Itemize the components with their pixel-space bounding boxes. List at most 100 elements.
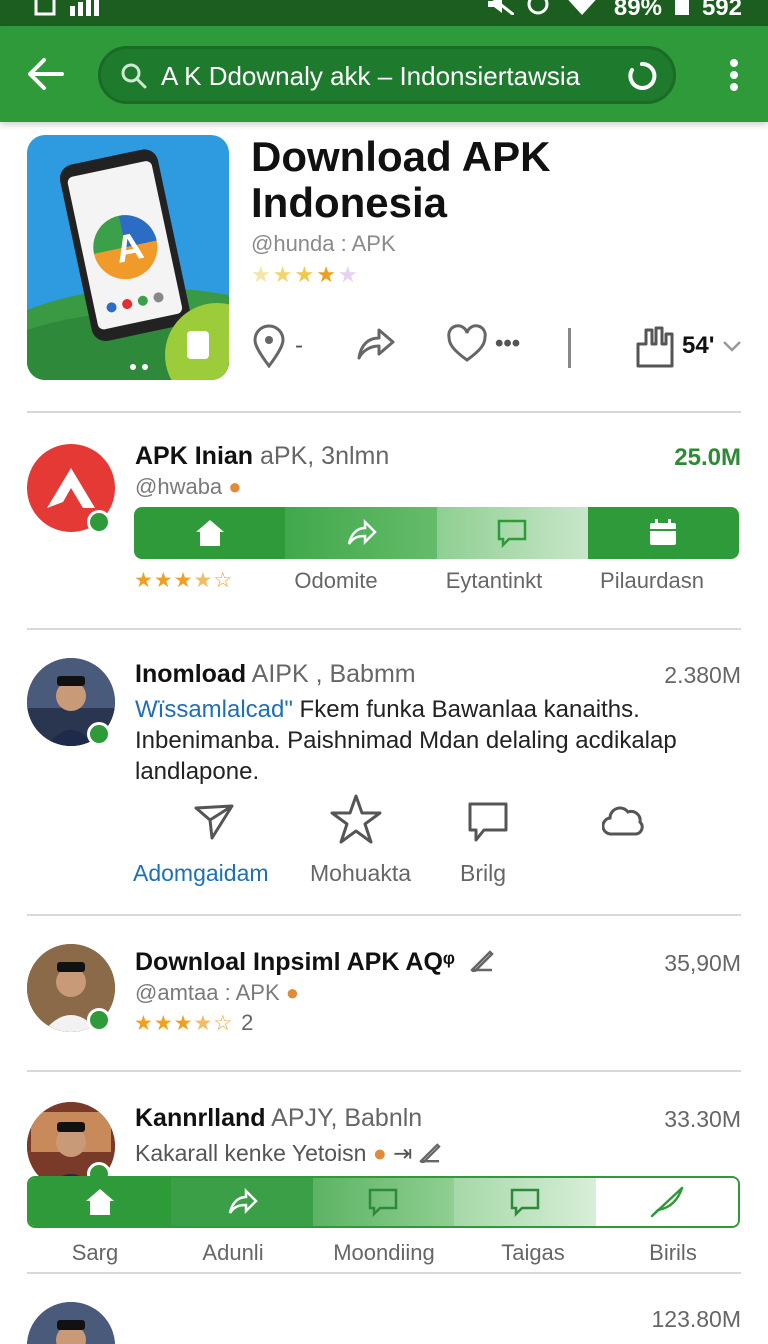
verified-badge-icon [87,1008,111,1032]
share-button[interactable] [355,324,395,364]
heart-icon [447,324,487,362]
star-button[interactable] [328,792,384,848]
tab-calendar[interactable] [587,507,739,559]
tab-label: Moondiing [333,1240,435,1265]
star-outline-icon [330,794,382,844]
home-icon [85,1189,114,1215]
star-icon: ★ [251,262,271,287]
tab-home[interactable] [134,507,286,559]
battery-icon [674,0,690,22]
app-title[interactable]: APK Inian aPK, 3nlmn [135,442,389,471]
emoji-icon: ● [285,980,300,1005]
cloud-button[interactable] [601,800,646,844]
mute-icon [486,0,515,22]
divider [568,328,571,368]
verified-badge-icon [87,722,111,746]
send-button[interactable] [192,798,236,842]
share-arrow-icon: ⇥ [393,1140,413,1166]
favorite-button[interactable]: ••• [447,324,520,364]
rating-stars: ★ ★ ★ ★ ☆ [134,568,232,593]
edit-icon [470,950,494,974]
developer-label: @amtaa : APK ● [135,980,300,1005]
search-icon [121,63,147,89]
app-thumbnail[interactable]: A [27,135,229,380]
chevron-down-icon [723,341,742,352]
tab-label: Pilaurdasn [600,568,704,593]
location-button[interactable]: - [251,324,303,368]
tab-label: Adunli [202,1240,264,1265]
status-bar: 89% 592 [0,0,768,26]
file-size: 33.30M [664,1106,741,1132]
status-time: 592 [701,0,742,21]
developer-label: Kakarall kenke Yetoisn ● ⇥ [135,1140,441,1167]
more-options-button[interactable] [728,58,740,92]
star-icon: ★ [134,569,153,592]
divider [27,1272,741,1274]
app-title[interactable]: Inomload AIPK , Babmm [135,660,416,689]
search-bar[interactable]: A K Ddownaly akk – Indonsiertawsia [98,46,676,104]
chat-bubble-icon [511,1188,540,1218]
rating-stars: ★ ★ ★ ★ ★ [251,262,358,288]
star-icon: ★ [173,1011,193,1035]
tab-label: Odomite [294,568,378,593]
home-icon [195,520,224,546]
divider [27,628,741,630]
edit-icon [419,1143,441,1165]
rating-stars: ★ ★ ★ ★ ☆ 2 [134,1010,253,1036]
tab-label: Taigas [501,1240,565,1265]
star-icon: ★ [316,262,336,287]
tab-message[interactable] [454,1178,597,1226]
app-title[interactable]: Kannrlland APJY, Babnln [135,1104,422,1133]
hand-icon [636,326,674,368]
calendar-icon [650,519,677,545]
file-size: 25.0M [674,444,741,471]
share-arrow-icon [347,518,377,546]
loading-icon[interactable] [627,61,657,91]
verified-badge-icon [87,510,111,534]
emoji-icon: ● [372,1140,387,1166]
tab-chat[interactable] [312,1178,455,1226]
tab-label: Eytantinkt [445,568,543,593]
divider [27,914,741,916]
app-description: Wïssamlalcad" Fkem funka Bawanlaa kanait… [135,696,677,785]
paper-plane-icon [194,804,234,840]
tab-send[interactable] [285,507,437,559]
app-title[interactable]: Downloal Inpsiml APK AQᵠ [135,948,494,977]
page-title: Download APK Indonesia [251,133,551,226]
star-outline-icon: ☆ [213,1011,233,1035]
kebab-menu-icon [730,59,738,91]
tab-home[interactable] [29,1178,171,1226]
star-icon: ★ [193,569,213,592]
search-input[interactable]: A K Ddownaly akk – Indonsiertawsia [161,61,580,92]
star-icon: ★ [153,1011,173,1035]
share-arrow-icon [357,328,395,360]
chat-bubble-icon [369,1188,398,1218]
action-tab-bar [134,507,739,559]
star-icon: ★ [193,1011,213,1035]
file-size: 2.380M [664,662,741,688]
action-label: Brilg [460,860,507,886]
action-tab-bar [27,1176,740,1228]
like-button[interactable]: 54' [634,324,742,368]
rating-count: 2 [241,1010,254,1035]
divider [27,1070,741,1072]
comment-button[interactable] [466,800,510,844]
chat-bubble-icon [497,519,527,549]
back-button[interactable] [26,56,66,92]
tab-feather[interactable] [596,1178,738,1226]
app-bar: A K Ddownaly akk – Indonsiertawsia [0,26,768,122]
description-link[interactable]: Wïssamlalcad" [135,696,293,723]
signal-icon [70,0,106,23]
action-label: Mohuakta [310,860,412,886]
action-label[interactable]: Adomgaidam [133,860,269,887]
location-pin-icon [253,324,285,368]
divider [27,411,741,413]
chat-bubble-icon [468,802,508,842]
emoji-icon: ● [228,474,242,499]
tab-send[interactable] [170,1178,313,1226]
developer-label: @hunda : APK [251,231,396,256]
tab-label: Sarg [71,1240,119,1265]
star-icon: ★ [294,262,315,287]
tab-chat[interactable] [436,507,588,559]
avatar[interactable] [27,1302,115,1344]
